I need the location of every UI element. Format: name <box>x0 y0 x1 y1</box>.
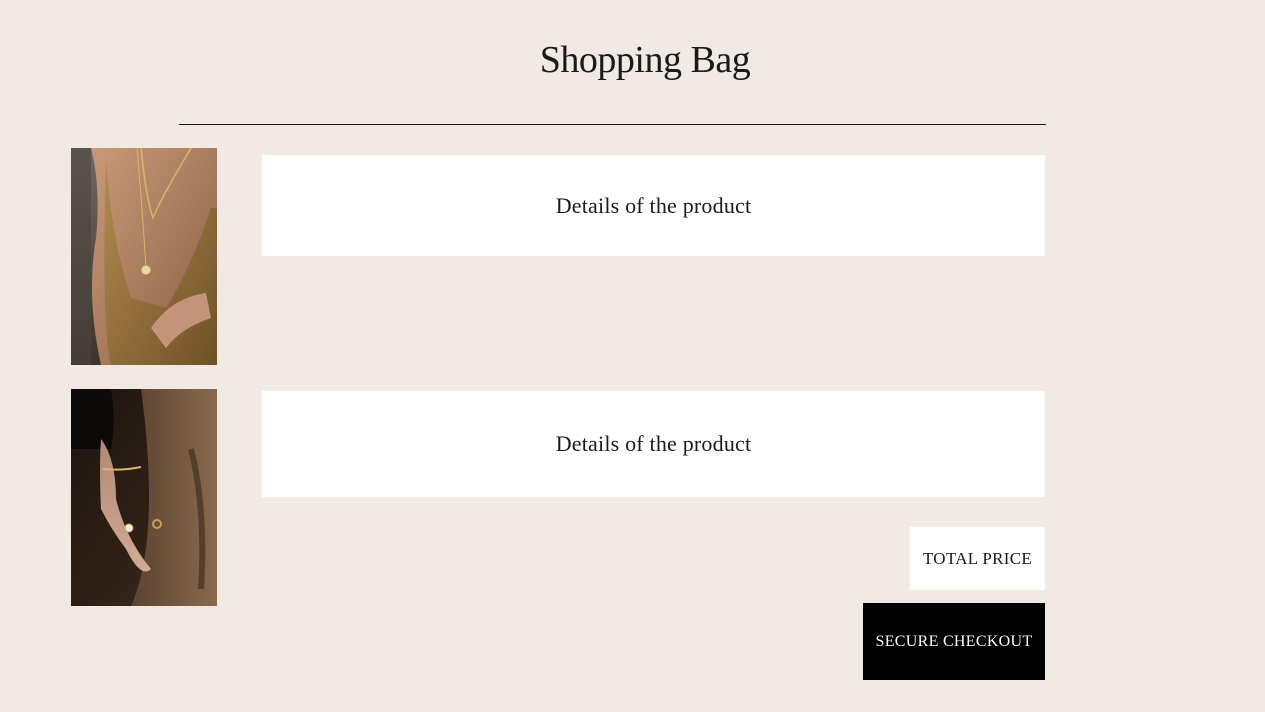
total-price-label: TOTAL PRICE <box>922 548 1033 568</box>
bracelet-photo <box>71 389 217 606</box>
necklace-photo <box>71 148 217 365</box>
secure-checkout-button[interactable]: SECURE CHECKOUT <box>863 603 1045 680</box>
total-price-box: TOTAL PRICE <box>910 527 1045 590</box>
product-details-2[interactable]: Details of the product <box>262 391 1045 497</box>
product-details-label: Details of the product <box>555 192 752 218</box>
product-details-label: Details of the product <box>555 431 752 456</box>
product-image-necklace[interactable] <box>71 148 217 365</box>
page-title: Shopping Bag <box>539 39 751 81</box>
product-image-bracelet[interactable] <box>71 389 217 606</box>
title-divider <box>179 124 1046 125</box>
product-details-1[interactable]: Details of the product <box>262 155 1045 256</box>
